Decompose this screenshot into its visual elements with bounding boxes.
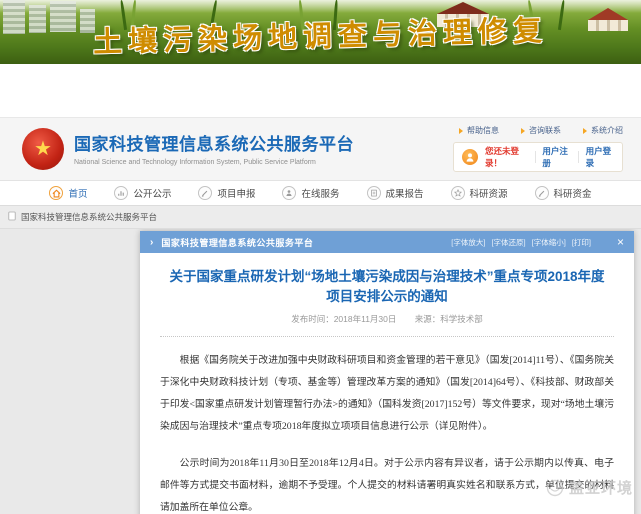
font-reset-button[interactable]: [字体还原]: [491, 237, 525, 248]
nav-label: 项目申报: [217, 186, 255, 200]
pencil-icon: [198, 186, 212, 200]
banner-title: 土壤污染场地调查与治理修复: [0, 5, 641, 64]
font-shrink-button[interactable]: [字体缩小]: [532, 237, 566, 248]
header-top-links: 帮助信息 咨询联系 系统介绍: [459, 125, 623, 136]
help-info-link[interactable]: 帮助信息: [459, 125, 499, 136]
user-icon: [462, 149, 478, 165]
nav-label: 公开公示: [133, 186, 171, 200]
top-link-label: 帮助信息: [467, 125, 499, 136]
register-button[interactable]: 用户注册: [542, 145, 570, 169]
font-enlarge-button[interactable]: [字体放大]: [451, 237, 485, 248]
breadcrumb-label: 国家科技管理信息系统公共服务平台: [21, 211, 157, 223]
page: 土壤污染场地调查与治理修复 ★ 国家科技管理信息系统公共服务平台 Nationa…: [0, 0, 641, 514]
breadcrumb: 国家科技管理信息系统公共服务平台: [0, 206, 641, 229]
site-title: 国家科技管理信息系统公共服务平台: [74, 130, 354, 155]
article-paragraph: 根据《国务院关于改进加强中央财政科研项目和资金管理的若干意见》（国发[2014]…: [160, 350, 614, 438]
nav-label: 科研资源: [470, 186, 508, 200]
watermark-logo-icon: [545, 479, 565, 497]
national-emblem-logo: ★: [22, 128, 64, 170]
print-button[interactable]: [打印]: [572, 237, 591, 248]
close-icon[interactable]: ×: [617, 236, 624, 248]
banner: 土壤污染场地调查与治理修复: [0, 0, 641, 64]
nav-item-research-funds[interactable]: 科研资金: [535, 186, 592, 200]
divider: [578, 151, 579, 163]
modal-body: 关于国家重点研发计划“场地土壤污染成因与治理技术”重点专项2018年度项目安排公…: [140, 253, 634, 514]
dotted-divider: [160, 336, 614, 337]
main-nav: 首页 公开公示 项目申报 在线服务 成果报告: [0, 181, 641, 206]
modal-header: › 国家科技管理信息系统公共服务平台 [字体放大] [字体还原] [字体缩小] …: [140, 231, 634, 253]
divider: [535, 151, 536, 163]
chevron-right-icon: ›: [150, 237, 153, 248]
modal-title: 国家科技管理信息系统公共服务平台: [161, 236, 313, 249]
site-subtitle: National Science and Technology Informat…: [74, 159, 354, 166]
nav-label: 科研资金: [554, 186, 592, 200]
contact-link[interactable]: 咨询联系: [521, 125, 561, 136]
article-meta: 发布时间：2018年11月30日 来源：科学技术部: [160, 313, 614, 325]
site-header: ★ 国家科技管理信息系统公共服务平台 National Science and …: [0, 117, 641, 181]
home-icon: [49, 186, 63, 200]
page-icon: [8, 208, 16, 226]
person-icon: [282, 186, 296, 200]
login-button[interactable]: 用户登录: [586, 145, 614, 169]
bar-chart-icon: [114, 186, 128, 200]
login-box: 您还未登录！ 用户注册 用户登录: [453, 142, 623, 172]
login-status: 您还未登录！: [485, 145, 528, 169]
arrow-icon: [521, 128, 525, 134]
top-link-label: 咨询联系: [529, 125, 561, 136]
nav-item-project-application[interactable]: 项目申报: [198, 186, 255, 200]
nav-item-online-services[interactable]: 在线服务: [282, 186, 339, 200]
arrow-icon: [459, 128, 463, 134]
document-icon: [367, 186, 381, 200]
watermark-label: 盖亚环境: [569, 477, 633, 498]
content-area: › 国家科技管理信息系统公共服务平台 [字体放大] [字体还原] [字体缩小] …: [0, 229, 641, 514]
nav-label: 在线服务: [301, 186, 339, 200]
star-icon: [451, 186, 465, 200]
watermark: 盖亚环境: [545, 477, 633, 498]
spacer: [0, 64, 641, 117]
notice-modal: › 国家科技管理信息系统公共服务平台 [字体放大] [字体还原] [字体缩小] …: [140, 231, 634, 514]
nav-label: 首页: [68, 186, 87, 200]
nav-item-achievement-reports[interactable]: 成果报告: [367, 186, 424, 200]
source: 来源：科学技术部: [415, 314, 483, 324]
nav-label: 成果报告: [386, 186, 424, 200]
arrow-icon: [583, 128, 587, 134]
article-title: 关于国家重点研发计划“场地土壤污染成因与治理技术”重点专项2018年度项目安排公…: [160, 267, 614, 306]
nav-item-research-resources[interactable]: 科研资源: [451, 186, 508, 200]
top-link-label: 系统介绍: [591, 125, 623, 136]
brand: 国家科技管理信息系统公共服务平台 National Science and Te…: [74, 130, 354, 166]
pencil-icon: [535, 186, 549, 200]
system-intro-link[interactable]: 系统介绍: [583, 125, 623, 136]
publish-time: 发布时间：2018年11月30日: [291, 314, 396, 324]
nav-item-home[interactable]: 首页: [49, 186, 87, 200]
nav-item-public-announcements[interactable]: 公开公示: [114, 186, 171, 200]
font-controls: [字体放大] [字体还原] [字体缩小] [打印]: [451, 237, 591, 248]
